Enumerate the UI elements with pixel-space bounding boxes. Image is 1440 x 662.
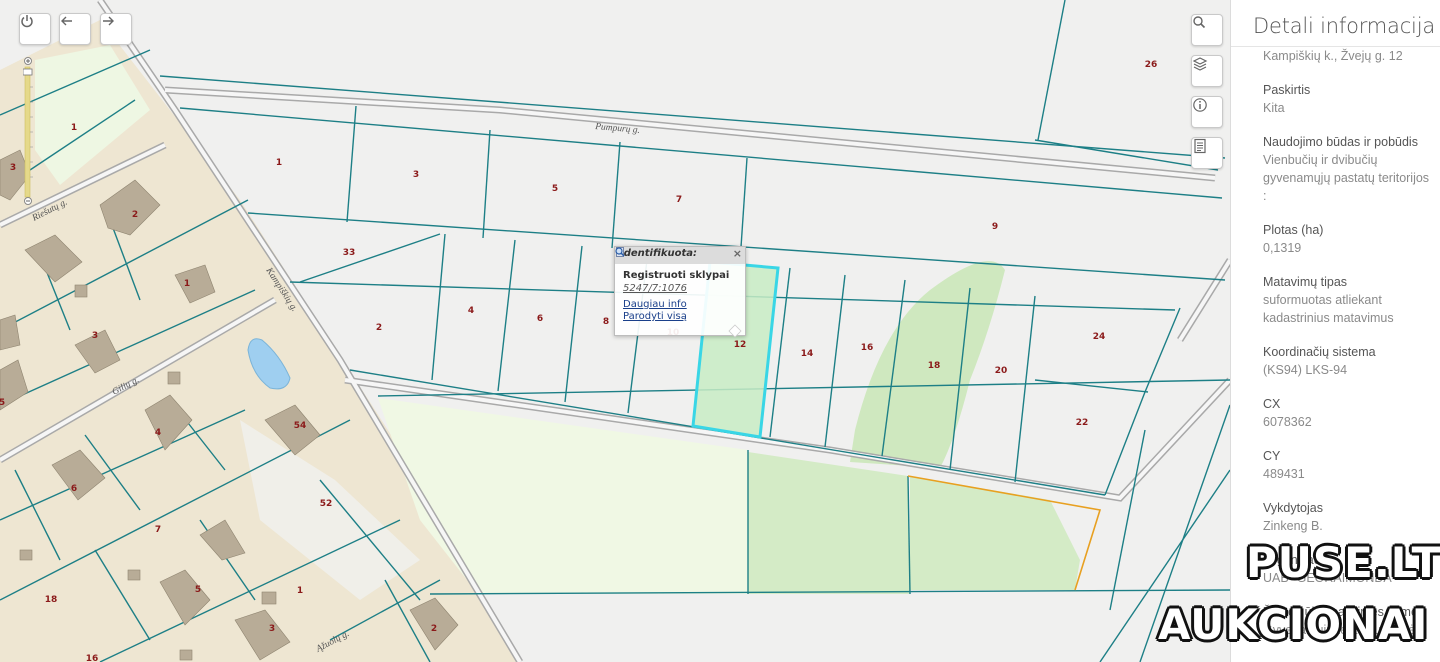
field-label: Paskirtis — [1263, 83, 1311, 97]
parcel-label: 1 — [297, 586, 303, 596]
show-all-link[interactable]: Parodyti visą — [615, 247, 745, 322]
field-value: suformuotas atliekant kadastrinius matav… — [1263, 293, 1394, 325]
layers-icon — [1192, 57, 1208, 71]
street-label: Gilių g. — [111, 375, 141, 397]
popup-layer-name: Registruoti sklypai — [623, 270, 730, 281]
parcel-label: 16 — [86, 654, 99, 662]
address-value: Kampiškių k., Žvejų g. 12 — [1263, 49, 1403, 63]
layers-button[interactable] — [1191, 55, 1223, 87]
parcel-label: 24 — [1093, 332, 1106, 342]
info-icon — [1193, 98, 1207, 112]
parcel-label: 6 — [71, 484, 77, 494]
parcel-label: 18 — [45, 595, 58, 605]
parcel-label: 2 — [376, 323, 382, 333]
parcel-label: 3 — [269, 624, 275, 634]
field-label: Matavimų tipas — [1263, 275, 1348, 289]
watermark-line-1: PUSE.LT — [1246, 538, 1440, 587]
power-button[interactable] — [19, 13, 51, 45]
info-button[interactable] — [1191, 96, 1223, 128]
search-icon — [1193, 16, 1206, 29]
parcel-label: 1 — [184, 279, 190, 289]
street-label: Ąžuolų g. — [314, 629, 351, 655]
parcel-label: 5 — [552, 184, 558, 194]
parcel-label: 4 — [468, 306, 474, 316]
document-list-icon — [1194, 138, 1206, 154]
power-icon — [21, 15, 33, 28]
parcel-label: 14 — [801, 349, 814, 359]
field-value: 0,1319 — [1263, 241, 1302, 255]
identify-popup: Identifikuota: × Registruoti sklypai 524… — [614, 246, 746, 336]
more-info-label: Daugiau info — [623, 299, 687, 310]
parcel-label: 7 — [155, 525, 161, 535]
parcel-label: 12 — [734, 340, 747, 350]
panel-title: Detali informacija — [1253, 14, 1435, 38]
parcel-label: 6 — [537, 314, 543, 324]
show-all-label: Parodyti visą — [623, 311, 687, 322]
forward-button[interactable] — [100, 13, 132, 45]
parcel-label: 3 — [92, 331, 98, 341]
field-label: Plotas (ha) — [1263, 223, 1324, 237]
popup-close-button[interactable]: × — [733, 247, 742, 260]
field-label: Vykdytojas — [1263, 501, 1323, 515]
street-label: Riešutų g. — [30, 198, 69, 225]
back-button[interactable] — [59, 13, 91, 45]
parcel-label: 5 — [0, 398, 5, 408]
field-value: Zinkeng B. — [1263, 519, 1323, 533]
parcel-label: 5 — [195, 585, 201, 595]
field-value: 489431 — [1263, 467, 1305, 481]
magnifier-icon — [615, 247, 625, 257]
popup-pointer-icon — [728, 324, 742, 338]
parcel-label: 7 — [676, 195, 682, 205]
popup-header: Identifikuota: × — [615, 247, 745, 264]
field-value: (KS94) LKS-94 — [1263, 363, 1348, 377]
zoom-scale — [23, 57, 33, 205]
watermark-line-2: AUKCIONAI — [1158, 600, 1429, 649]
field-value: Kita — [1263, 101, 1285, 115]
arrow-right-icon — [103, 16, 114, 26]
parcel-label: 33 — [343, 248, 356, 258]
parcel-label: 2 — [431, 624, 437, 634]
parcel-label: 16 — [861, 343, 874, 353]
field-label: CX — [1263, 397, 1281, 411]
arrow-left-icon — [61, 16, 72, 26]
parcel-label: 26 — [1145, 60, 1158, 70]
zoom-slider[interactable] — [23, 57, 33, 205]
parcel-label: 1 — [276, 158, 282, 168]
field-label: CY — [1263, 449, 1281, 463]
street-label: Pumpurų g. — [594, 122, 641, 136]
field-value: 6078362 — [1263, 415, 1312, 429]
parcel-label: 4 — [155, 428, 161, 438]
field-value: Vienbučių ir dvibučių gyvenamųjų pastatų… — [1263, 153, 1430, 203]
field-label: Naudojimo būdas ir pobūdis — [1263, 135, 1418, 149]
legend-button[interactable] — [1191, 137, 1223, 169]
parcel-label: 18 — [928, 361, 941, 371]
field-label: Koordinačių sistema — [1263, 345, 1376, 359]
map-canvas[interactable]: Pumpurų g. Riešutų g. Kampiškių g. Gilių… — [0, 0, 1230, 662]
street-label: Kampiškių g. — [263, 265, 299, 313]
parcel-label: 1 — [71, 123, 77, 133]
popup-title: Identifikuota: — [620, 248, 698, 259]
parcel-label: 52 — [320, 499, 333, 509]
search-button[interactable] — [1191, 14, 1223, 46]
parcel-label: 3 — [413, 170, 419, 180]
parcel-label: 3 — [10, 163, 16, 173]
parcel-label: 9 — [992, 222, 998, 232]
parcel-label: 20 — [995, 366, 1008, 376]
parcel-label: 2 — [132, 210, 138, 220]
more-info-link[interactable]: Daugiau info — [616, 247, 745, 310]
parcel-label: 22 — [1076, 418, 1089, 428]
parcel-label: 54 — [294, 421, 307, 431]
parcel-label: 8 — [603, 317, 609, 327]
popup-parcel-id[interactable]: 5247/7:1076 — [623, 283, 745, 294]
